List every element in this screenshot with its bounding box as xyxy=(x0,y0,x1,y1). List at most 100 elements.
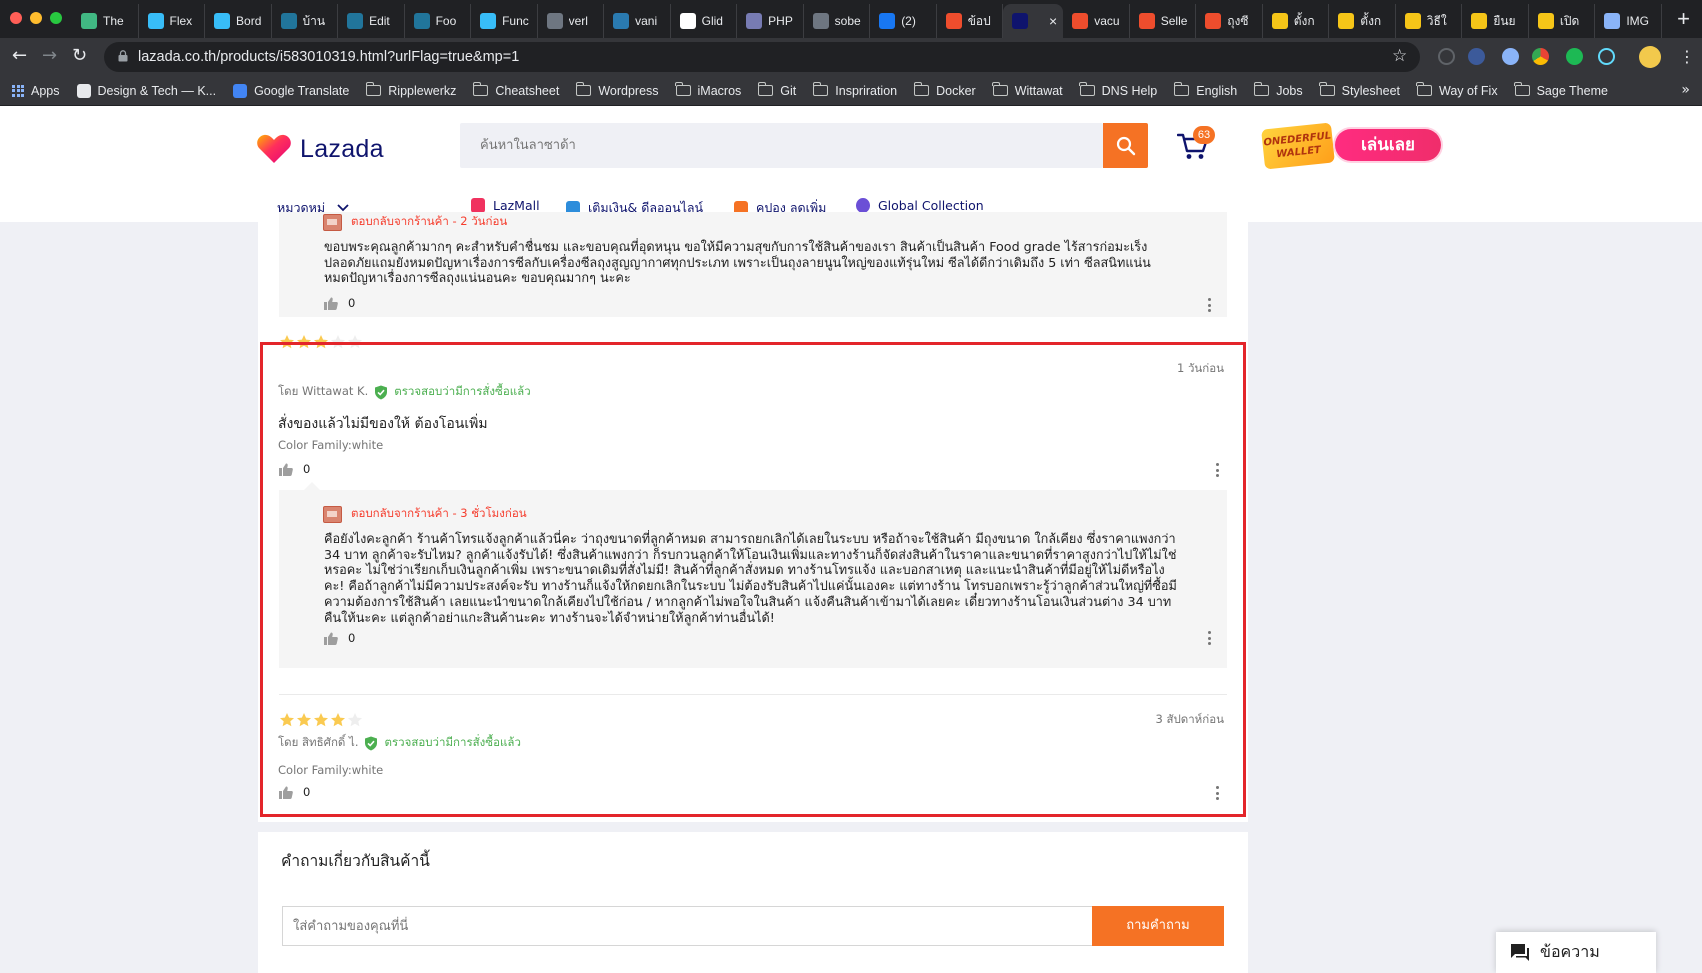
bookmark-item[interactable]: Docker xyxy=(913,82,976,98)
search-button[interactable] xyxy=(1103,123,1148,168)
browser-tab[interactable]: × xyxy=(1003,4,1064,38)
like-button[interactable]: 0 xyxy=(279,785,310,799)
browser-tab[interactable]: vani xyxy=(604,4,671,38)
bookmark-label: Jobs xyxy=(1276,83,1303,98)
extension-react-icon[interactable] xyxy=(1598,48,1615,65)
zoom-window-button[interactable] xyxy=(50,12,62,24)
promo-banner[interactable]: ONEDERFUL WALLET เล่นเลย xyxy=(1261,122,1441,170)
extension-chrome-icon[interactable] xyxy=(1532,48,1549,65)
address-bar[interactable]: lazada.co.th/products/i583010319.html?ur… xyxy=(104,42,1420,72)
bookmark-star-icon[interactable]: ☆ xyxy=(1392,46,1408,66)
bookmark-item[interactable]: English xyxy=(1173,82,1238,98)
chat-widget[interactable]: ข้อความ xyxy=(1496,932,1656,973)
close-tab-icon[interactable]: × xyxy=(1049,13,1057,29)
browser-tab[interactable]: IMG xyxy=(1595,4,1662,38)
like-button[interactable]: 0 xyxy=(324,296,355,310)
bookmark-item[interactable]: Sage Theme xyxy=(1513,82,1608,98)
browser-tab[interactable]: Flex xyxy=(139,4,206,38)
extension-stack-icon[interactable] xyxy=(1468,48,1485,65)
browser-tab-title: vani xyxy=(635,14,658,28)
chrome-menu-icon[interactable]: ⋮ xyxy=(1679,47,1695,66)
browser-tab[interactable]: Bord xyxy=(205,4,272,38)
browser-tab-title: ตั้งก xyxy=(1360,13,1382,28)
browser-tab[interactable]: ยืนย xyxy=(1462,4,1529,38)
browser-tab[interactable]: วิธีใ xyxy=(1396,4,1463,38)
search-field[interactable] xyxy=(460,123,1103,168)
review-text: สั่งของแล้วไม่มีของให้ ต้องโอนเพิ่ม xyxy=(278,416,488,432)
browser-tab-title: Selle xyxy=(1160,14,1188,28)
more-options-icon[interactable] xyxy=(1215,463,1219,477)
forward-button[interactable]: → xyxy=(42,46,57,66)
bookmark-item[interactable]: DNS Help xyxy=(1079,82,1157,98)
browser-tab[interactable]: verl xyxy=(538,4,605,38)
review-sku: Color Family:white xyxy=(278,763,384,777)
new-tab-button[interactable]: + xyxy=(1677,8,1690,30)
browser-tab[interactable]: sobe xyxy=(804,4,871,38)
more-options-icon[interactable] xyxy=(1207,631,1211,645)
close-window-button[interactable] xyxy=(10,12,22,24)
extension-audio-icon[interactable] xyxy=(1566,48,1583,65)
folder-icon xyxy=(674,82,691,96)
bookmark-item[interactable]: Git xyxy=(757,82,796,98)
more-options-icon[interactable] xyxy=(1207,298,1211,312)
browser-tab[interactable]: Edit xyxy=(338,4,405,38)
bookmark-item[interactable]: iMacros xyxy=(674,82,741,98)
nav-global-collection[interactable]: Global Collection xyxy=(856,198,984,213)
bookmark-item[interactable]: Way of Fix xyxy=(1416,82,1498,98)
browser-tab[interactable]: บ้าน xyxy=(272,4,339,38)
bookmark-item[interactable]: Wittawat xyxy=(992,82,1063,98)
review-date: 1 วันก่อน xyxy=(1176,361,1224,375)
browser-tab[interactable]: Selle xyxy=(1130,4,1197,38)
browser-tab[interactable]: ถุงซี xyxy=(1196,4,1263,38)
bookmark-item[interactable]: Ripplewerkz xyxy=(365,82,456,98)
apps-grid-icon xyxy=(12,84,24,97)
bookmark-item[interactable]: Cheatsheet xyxy=(472,82,560,98)
browser-tab[interactable]: ตั้งก xyxy=(1263,4,1330,38)
star-filled-icon xyxy=(331,713,345,727)
bookmark-label: Cheatsheet xyxy=(495,83,560,98)
browser-tab[interactable]: PHP xyxy=(737,4,804,38)
profile-avatar[interactable] xyxy=(1639,46,1661,68)
like-button[interactable]: 0 xyxy=(324,631,355,645)
bookmark-item[interactable]: Design & Tech — K... xyxy=(76,83,216,98)
search-input[interactable] xyxy=(460,123,1103,168)
bookmark-item[interactable]: Wordpress xyxy=(575,82,659,98)
reload-button[interactable]: ↻ xyxy=(72,46,87,66)
ask-question-button[interactable]: ถามคำถาม xyxy=(1092,906,1224,946)
address-bar-url[interactable]: lazada.co.th/products/i583010319.html?ur… xyxy=(138,49,519,65)
nav-lazmall[interactable]: LazMall xyxy=(471,198,540,213)
more-options-icon[interactable] xyxy=(1215,786,1219,800)
back-button[interactable]: ← xyxy=(12,46,27,66)
minimize-window-button[interactable] xyxy=(30,12,42,24)
bookmark-item[interactable]: Inspriration xyxy=(812,82,897,98)
tailwind-icon xyxy=(147,13,164,29)
star-filled-icon xyxy=(280,713,294,727)
browser-tab[interactable]: ตั้งก xyxy=(1329,4,1396,38)
like-button[interactable]: 0 xyxy=(279,462,310,476)
bookmark-item[interactable]: Jobs xyxy=(1253,82,1303,98)
lazada-icon xyxy=(1012,13,1029,29)
extension-gear-icon[interactable] xyxy=(1502,48,1519,65)
browser-tab[interactable]: Glid xyxy=(671,4,738,38)
bookmark-item[interactable]: Apps xyxy=(12,84,60,98)
reply-line: คืนให้นะคะ แต่ลูกค้าอย่าแกะสินค้านะคะ ทา… xyxy=(324,609,775,625)
question-input[interactable] xyxy=(282,906,1093,946)
bookmarks-overflow-icon[interactable]: » xyxy=(1681,82,1690,98)
browser-tab[interactable]: (2) xyxy=(870,4,937,38)
extension-recycle-icon[interactable] xyxy=(1438,48,1455,65)
bookmark-item[interactable]: Stylesheet xyxy=(1319,82,1400,98)
browser-tab[interactable]: Func xyxy=(471,4,538,38)
browser-tab[interactable]: Foo xyxy=(405,4,472,38)
bookmark-item[interactable]: Google Translate xyxy=(233,83,349,98)
lazada-logo[interactable]: Lazada xyxy=(256,134,384,164)
lock-icon[interactable] xyxy=(118,50,128,62)
browser-tab[interactable]: ข้อป xyxy=(937,4,1004,38)
folder-icon xyxy=(1079,82,1095,96)
seller-reply-text: คือยังไงคะลูกค้า ร้านค้าโทรแจ้งลูกค้าแล้… xyxy=(324,531,1224,625)
browser-tab[interactable]: vacu xyxy=(1063,4,1130,38)
nav-lazmall-label: LazMall xyxy=(493,198,540,213)
browser-tab[interactable]: The xyxy=(72,4,139,38)
browser-tab[interactable]: เปิด xyxy=(1529,4,1596,38)
promo-play-button[interactable]: เล่นเลย xyxy=(1335,129,1441,161)
bookmark-label: English xyxy=(1196,83,1238,98)
